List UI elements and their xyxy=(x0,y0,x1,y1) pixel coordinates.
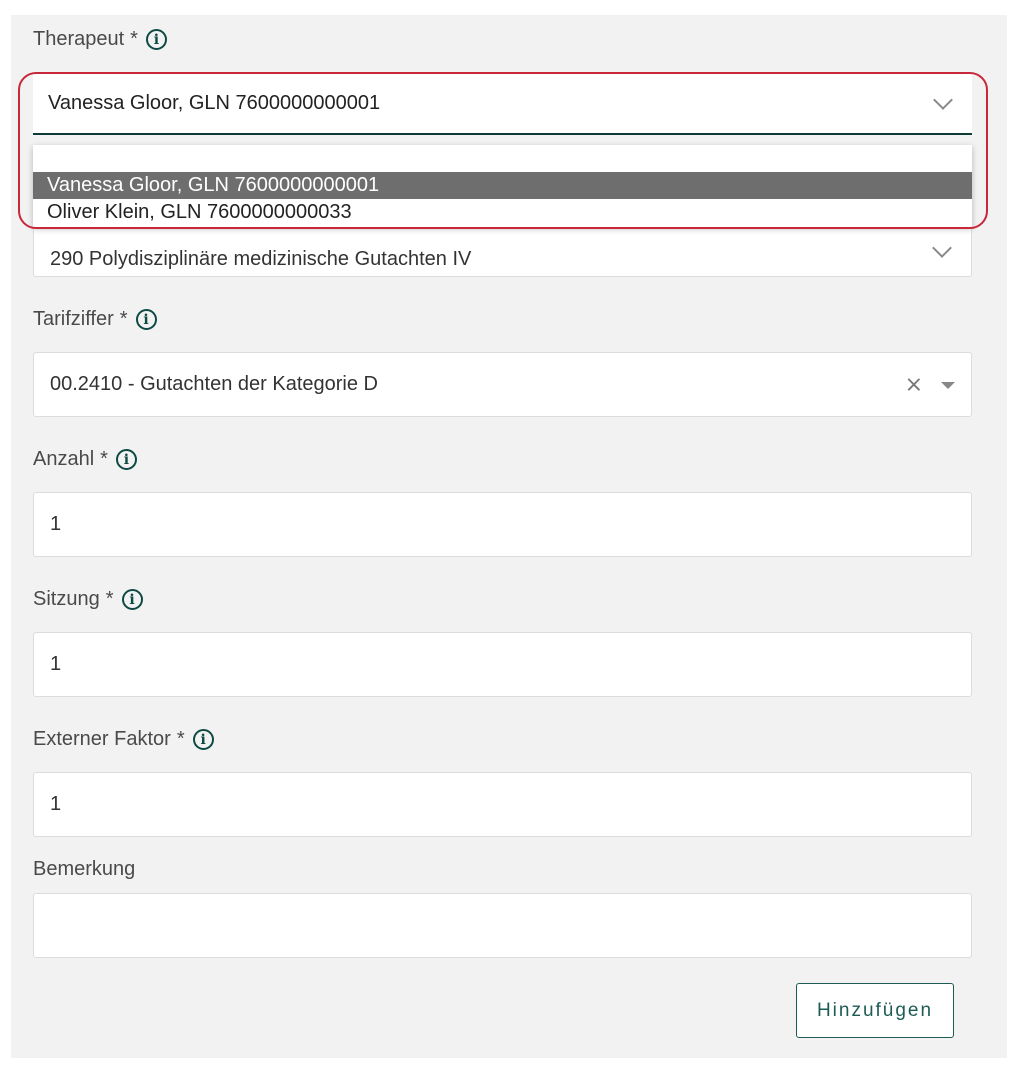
required-mark: * xyxy=(130,28,138,50)
therapeut-select[interactable]: Vanessa Gloor, GLN 7600000000001 xyxy=(33,73,972,135)
therapeut-dropdown-list: Vanessa Gloor, GLN 7600000000001 Oliver … xyxy=(33,145,972,227)
bemerkung-label-text: Bemerkung xyxy=(33,858,136,880)
tarifziffer-select-value: 00.2410 - Gutachten der Kategorie D xyxy=(50,373,378,395)
anzahl-label-text: Anzahl xyxy=(33,448,95,470)
chevron-down-icon[interactable] xyxy=(933,90,953,110)
externer-faktor-label-text: Externer Faktor xyxy=(33,728,171,750)
sitzung-label: Sitzung * i xyxy=(33,588,143,611)
therapeut-label: Therapeut * i xyxy=(33,28,167,51)
bemerkung-label: Bemerkung xyxy=(33,858,135,881)
required-mark: * xyxy=(105,588,114,610)
info-icon[interactable]: i xyxy=(192,729,214,750)
anzahl-field[interactable] xyxy=(33,492,972,557)
tarifziffer-select[interactable]: 00.2410 - Gutachten der Kategorie D × xyxy=(33,352,972,417)
info-icon[interactable]: i xyxy=(121,589,143,610)
dropdown-option-selected[interactable]: Vanessa Gloor, GLN 7600000000001 xyxy=(33,172,972,199)
therapeut-label-text: Therapeut xyxy=(33,28,125,50)
clear-icon[interactable]: × xyxy=(905,372,923,397)
externer-faktor-input[interactable] xyxy=(50,793,971,816)
info-icon[interactable]: i xyxy=(145,29,167,50)
therapeut-select-value: Vanessa Gloor, GLN 7600000000001 xyxy=(48,91,381,114)
tarifziffer-label: Tarifziffer * i xyxy=(33,308,157,331)
chevron-down-icon[interactable] xyxy=(932,237,952,258)
caret-down-icon[interactable] xyxy=(941,381,955,389)
info-icon[interactable]: i xyxy=(115,449,137,470)
leistung-select-value: 290 Polydisziplinäre medizinische Gutach… xyxy=(50,248,472,270)
tarifziffer-label-text: Tarifziffer xyxy=(33,308,114,330)
externer-faktor-field[interactable] xyxy=(33,772,972,837)
bemerkung-field[interactable] xyxy=(33,893,972,958)
required-mark: * xyxy=(176,728,185,750)
sitzung-label-text: Sitzung xyxy=(33,588,100,610)
anzahl-input[interactable] xyxy=(50,513,971,536)
required-mark: * xyxy=(119,308,128,330)
dropdown-option[interactable]: Oliver Klein, GLN 7600000000033 xyxy=(33,199,972,226)
bemerkung-input[interactable] xyxy=(50,914,971,937)
add-button[interactable]: Hinzufügen xyxy=(796,983,954,1038)
sitzung-field[interactable] xyxy=(33,632,972,697)
info-icon[interactable]: i xyxy=(135,309,157,330)
anzahl-label: Anzahl * i xyxy=(33,448,137,471)
required-mark: * xyxy=(100,448,108,470)
externer-faktor-label: Externer Faktor * i xyxy=(33,728,214,751)
sitzung-input[interactable] xyxy=(50,653,971,676)
